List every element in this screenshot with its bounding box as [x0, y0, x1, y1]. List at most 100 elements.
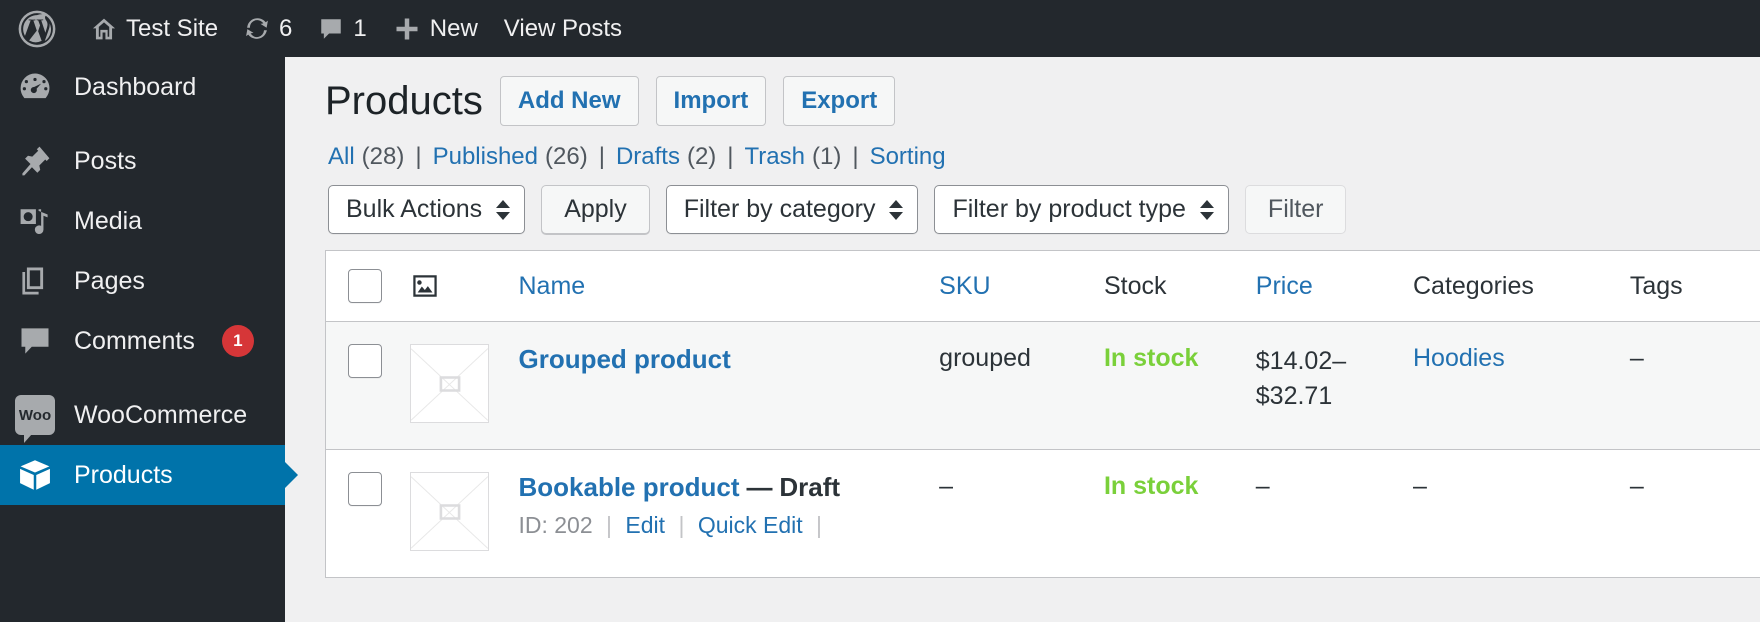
filter-by-category-select[interactable]: Filter by category [665, 185, 919, 234]
export-button[interactable]: Export [783, 76, 896, 126]
dashboard-icon [14, 66, 56, 108]
chevron-updown-icon [889, 199, 904, 220]
plus-icon [393, 15, 421, 43]
row-stock-cell: In stock [1104, 322, 1256, 450]
sidebar-item-label: Dashboard [74, 72, 197, 101]
status-link-label[interactable]: Sorting [870, 143, 946, 171]
comments-count: 1 [353, 14, 367, 42]
price-range-start: $14.02– [1255, 347, 1347, 375]
sidebar-item-woocommerce[interactable]: Woo WooCommerce [0, 385, 285, 445]
status-separator: | [727, 143, 734, 170]
admin-bar-new-content[interactable]: New [380, 0, 491, 57]
row-tags-cell: – [1630, 322, 1760, 450]
sidebar-item-pages[interactable]: Pages [0, 251, 285, 311]
product-title-link[interactable]: Grouped product [518, 344, 730, 374]
sidebar-item-label: Products [74, 460, 173, 489]
row-checkbox[interactable] [348, 344, 382, 378]
admin-bar-comments[interactable]: 1 [305, 0, 379, 57]
filter-by-product-type-select[interactable]: Filter by product type [934, 185, 1229, 234]
chevron-updown-icon [1199, 199, 1214, 220]
filter-by-product-type-selected-value: Filter by product type [952, 195, 1186, 223]
pages-icon [14, 260, 56, 302]
apply-button[interactable]: Apply [541, 185, 650, 234]
row-categories-cell: Hoodies [1413, 322, 1630, 450]
status-link-trash[interactable]: Trash (1) [745, 143, 842, 171]
product-placeholder-image [410, 472, 490, 551]
price-value: – [1255, 472, 1270, 500]
filter-by-category-selected-value: Filter by category [683, 195, 876, 223]
product-title-link[interactable]: Bookable product [518, 472, 739, 502]
row-name-cell: Grouped product [518, 322, 939, 450]
status-separator: | [415, 143, 422, 170]
bulk-actions-select[interactable]: Bulk Actions [328, 185, 526, 234]
admin-bar: Test Site 6 1 New View Posts [0, 0, 1760, 57]
row-sku-cell: – [939, 472, 954, 500]
import-button[interactable]: Import [655, 76, 767, 126]
sidebar-item-products[interactable]: Products [0, 445, 298, 505]
column-header-categories-label: Categories [1412, 271, 1534, 300]
product-id-label: ID: 202 [518, 512, 593, 538]
status-link-all[interactable]: All (28) [328, 143, 404, 171]
admin-bar-site-name[interactable]: Test Site [78, 0, 231, 57]
row-tags-cell: – [1630, 450, 1760, 578]
table-navigation-top: Bulk Actions Apply Filter by category Fi… [328, 185, 1760, 234]
product-placeholder-image [410, 344, 490, 423]
select-all-checkbox[interactable] [348, 269, 382, 303]
chevron-updown-icon [496, 199, 511, 220]
quick-edit-link[interactable]: Quick Edit [698, 512, 803, 538]
row-thumbnail-cell [410, 450, 518, 578]
sidebar-item-comments[interactable]: Comments 1 [0, 311, 285, 371]
view-posts-label: View Posts [503, 14, 623, 42]
category-link[interactable]: Hoodies [1413, 344, 1505, 372]
site-name-label: Test Site [126, 14, 219, 42]
column-header-name[interactable]: Name [518, 250, 940, 322]
woo-badge-label: Woo [15, 395, 55, 443]
table-header-row: Name SKU Stock Price Categories Tags [325, 250, 1760, 322]
updates-count: 6 [279, 14, 293, 42]
stock-status: In stock [1103, 344, 1199, 372]
row-checkbox[interactable] [348, 472, 382, 506]
status-link-sorting[interactable]: Sorting [870, 143, 946, 171]
row-action-separator: | [678, 512, 685, 538]
tags-value: – [1629, 472, 1644, 500]
sidebar-item-media[interactable]: Media [0, 191, 285, 251]
filter-button[interactable]: Filter [1244, 185, 1347, 234]
status-link-label[interactable]: Drafts [616, 143, 680, 171]
sidebar-item-dashboard[interactable]: Dashboard [0, 57, 285, 117]
sidebar-item-posts[interactable]: Posts [0, 131, 285, 191]
sidebar-item-label: Comments [74, 326, 195, 355]
status-link-label[interactable]: Trash [745, 143, 805, 171]
wordpress-logo-button[interactable] [0, 0, 78, 57]
column-header-price-link[interactable]: Price [1256, 272, 1313, 300]
column-header-stock: Stock [1103, 250, 1256, 322]
status-separator: | [852, 143, 859, 170]
status-link-count: (26) [545, 143, 588, 170]
column-header-name-link[interactable]: Name [518, 272, 585, 300]
sidebar-divider [0, 117, 285, 131]
status-link-drafts[interactable]: Drafts (2) [616, 143, 716, 171]
media-icon [14, 200, 56, 242]
status-link-label[interactable]: Published [433, 143, 538, 171]
wordpress-logo-icon [18, 10, 56, 48]
products-table-body: Grouped product grouped In stock $14.02–… [325, 321, 1760, 578]
column-header-price[interactable]: Price [1255, 250, 1413, 322]
edit-link[interactable]: Edit [625, 512, 665, 538]
status-link-label[interactable]: All [328, 143, 355, 171]
row-action-separator: | [606, 512, 613, 538]
status-link-count: (1) [812, 143, 842, 170]
column-header-sku[interactable]: SKU [939, 250, 1104, 322]
row-stock-cell: In stock [1104, 450, 1256, 578]
updates-icon [244, 16, 270, 42]
admin-bar-view-posts[interactable]: View Posts [491, 0, 635, 57]
sidebar-item-label: Posts [74, 146, 137, 175]
add-new-button[interactable]: Add New [499, 76, 639, 126]
row-sku-cell: grouped [939, 344, 1031, 372]
row-thumbnail-cell [410, 322, 518, 450]
row-name-cell: Bookable product — Draft ID: 202 | Edit … [518, 450, 939, 578]
product-box-icon [14, 454, 56, 496]
column-header-sku-link[interactable]: SKU [939, 272, 990, 300]
row-select-cell [326, 322, 411, 450]
status-link-published[interactable]: Published (26) [433, 143, 588, 171]
admin-bar-updates[interactable]: 6 [231, 0, 305, 57]
column-header-tags: Tags [1629, 250, 1760, 322]
